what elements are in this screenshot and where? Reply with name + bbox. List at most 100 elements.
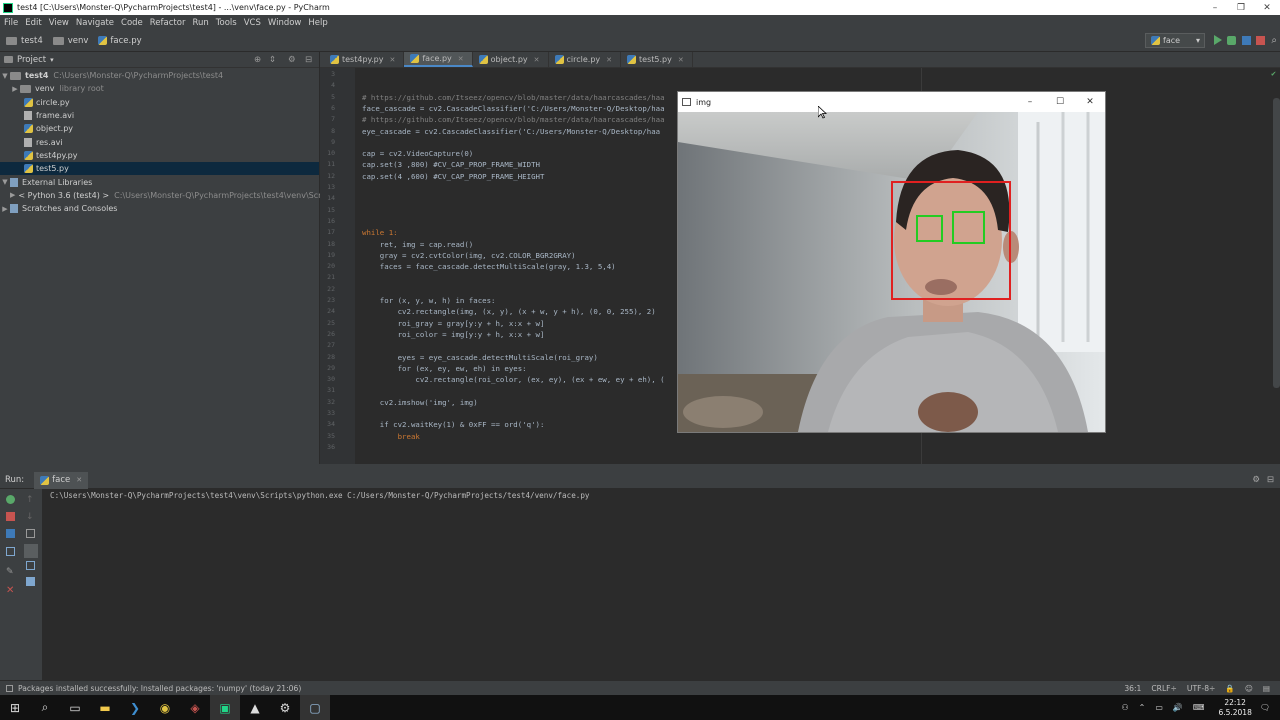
- tab-test5[interactable]: test5.py ✕: [621, 52, 693, 67]
- chrome-icon[interactable]: ◉: [150, 695, 180, 720]
- tree-item-file[interactable]: object.py: [0, 122, 319, 135]
- tab-face[interactable]: face.py ✕: [404, 52, 473, 67]
- search-icon[interactable]: ⌕: [30, 695, 60, 720]
- coverage-icon[interactable]: [1242, 36, 1251, 45]
- people-icon[interactable]: ⚇: [1121, 703, 1128, 712]
- tree-item-external-libraries[interactable]: ▼ External Libraries: [0, 175, 319, 188]
- tree-item-file[interactable]: res.avi: [0, 135, 319, 148]
- windows-start-icon[interactable]: ⊞: [0, 695, 30, 720]
- tab-object[interactable]: object.py ✕: [473, 52, 549, 67]
- breadcrumb-project[interactable]: test4: [6, 36, 43, 46]
- close-tab-icon[interactable]: ✕: [606, 56, 612, 64]
- menu-run[interactable]: Run: [192, 18, 208, 28]
- photos-icon[interactable]: ▲: [240, 695, 270, 720]
- menu-refactor[interactable]: Refactor: [150, 18, 186, 28]
- menu-view[interactable]: View: [49, 18, 69, 28]
- minimize-icon[interactable]: –: [1202, 3, 1228, 13]
- line-separator[interactable]: CRLF÷: [1151, 684, 1177, 693]
- project-panel-title[interactable]: Project: [17, 55, 46, 65]
- close-tab-icon[interactable]: ✕: [678, 56, 684, 64]
- menu-window[interactable]: Window: [268, 18, 302, 28]
- tree-item-venv[interactable]: ▶ venv library root: [0, 82, 319, 95]
- tree-item-root[interactable]: ▼ test4 C:\Users\Monster-Q\PycharmProjects…: [0, 69, 319, 82]
- pycharm-icon[interactable]: ▣: [210, 695, 240, 720]
- tab-test4py[interactable]: test4py.py ✕: [324, 52, 405, 67]
- img-window-titlebar[interactable]: img – ☐ ✕: [678, 92, 1105, 112]
- rerun-icon[interactable]: [6, 495, 15, 504]
- close-icon[interactable]: ✕: [1254, 3, 1280, 13]
- vscode-icon[interactable]: ❯: [120, 695, 150, 720]
- task-view-icon[interactable]: ▭: [60, 695, 90, 720]
- network-icon[interactable]: ▭: [1155, 703, 1163, 712]
- close-icon[interactable]: ✕: [6, 585, 15, 596]
- soft-wrap-icon[interactable]: [26, 529, 35, 538]
- tree-item-python-sdk[interactable]: ▶ < Python 3.6 (test4) > C:\Users\Monster-…: [0, 189, 336, 202]
- volume-icon[interactable]: 🔊: [1173, 703, 1183, 712]
- lock-icon[interactable]: 🔒: [1225, 684, 1234, 693]
- breadcrumb-file[interactable]: face.py: [98, 36, 142, 46]
- file-explorer-icon[interactable]: ▬: [90, 695, 120, 720]
- status-message[interactable]: Packages installed successfully: Install…: [18, 684, 301, 693]
- inspector-icon[interactable]: ☺: [1245, 684, 1253, 693]
- tree-item-scratches[interactable]: ▶ Scratches and Consoles: [0, 202, 319, 215]
- scroll-to-end-icon[interactable]: [24, 544, 38, 558]
- run-tab-face[interactable]: face ✕: [34, 471, 89, 489]
- notifications-icon[interactable]: 🗨: [1260, 703, 1270, 712]
- settings-app-icon[interactable]: ⚙: [270, 695, 300, 720]
- run-config-select[interactable]: face ▾: [1145, 33, 1205, 48]
- locate-icon[interactable]: ⊕: [254, 55, 261, 65]
- menu-help[interactable]: Help: [308, 18, 327, 28]
- close-tab-icon[interactable]: ✕: [458, 55, 464, 63]
- python-window-icon[interactable]: ▢: [300, 695, 330, 720]
- stop-icon[interactable]: [1256, 36, 1265, 45]
- minimize-icon[interactable]: –: [1015, 97, 1045, 107]
- chevron-up-icon[interactable]: ⌃: [1139, 703, 1146, 712]
- tool-windows-icon[interactable]: [6, 684, 13, 692]
- caret-position[interactable]: 36:1: [1124, 684, 1141, 693]
- hide-icon[interactable]: ⊟: [1267, 475, 1274, 485]
- run-icon[interactable]: [1214, 35, 1222, 45]
- menu-edit[interactable]: Edit: [25, 18, 41, 28]
- menu-navigate[interactable]: Navigate: [76, 18, 114, 28]
- trash-icon[interactable]: [26, 577, 35, 586]
- run-console[interactable]: C:\Users\Monster-Q\PycharmProjects\test4…: [42, 489, 1280, 680]
- menu-file[interactable]: File: [4, 18, 18, 28]
- restore-icon[interactable]: ❐: [1228, 3, 1254, 13]
- media-icon[interactable]: ◈: [180, 695, 210, 720]
- close-tab-icon[interactable]: ✕: [534, 56, 540, 64]
- hide-icon[interactable]: ⊟: [305, 55, 312, 65]
- layout-icon[interactable]: [6, 547, 15, 556]
- maximize-icon[interactable]: ☐: [1045, 97, 1075, 107]
- stop-icon[interactable]: [6, 512, 15, 521]
- img-window[interactable]: img – ☐ ✕: [677, 91, 1106, 433]
- menu-tools[interactable]: Tools: [216, 18, 237, 28]
- tree-item-file[interactable]: frame.avi: [0, 109, 319, 122]
- menu-code[interactable]: Code: [121, 18, 143, 28]
- breadcrumb-folder[interactable]: venv: [52, 36, 88, 46]
- clock[interactable]: 22:12 6.5.2018: [1218, 698, 1251, 718]
- gear-icon[interactable]: ⚙: [1252, 475, 1260, 485]
- tree-item-file[interactable]: circle.py: [0, 96, 319, 109]
- language-icon[interactable]: ⌨: [1193, 703, 1205, 712]
- menu-vcs[interactable]: VCS: [244, 18, 261, 28]
- debug-icon[interactable]: [1227, 36, 1236, 45]
- close-tab-icon[interactable]: ✕: [389, 56, 395, 64]
- down-icon[interactable]: ↓: [26, 512, 35, 522]
- gear-icon[interactable]: ⚙: [288, 55, 296, 65]
- file-encoding[interactable]: UTF-8÷: [1187, 684, 1216, 693]
- pin-icon[interactable]: ✎: [6, 567, 15, 577]
- event-log-icon[interactable]: ▤: [1263, 684, 1270, 693]
- panel-splitter[interactable]: [0, 464, 1280, 472]
- collapse-icon[interactable]: ⇕: [269, 55, 276, 65]
- close-icon[interactable]: ✕: [1075, 97, 1105, 107]
- up-icon[interactable]: ↑: [26, 495, 35, 505]
- pause-icon[interactable]: [6, 529, 15, 538]
- tab-circle[interactable]: circle.py ✕: [549, 52, 622, 67]
- search-icon[interactable]: ⌕: [1271, 35, 1277, 46]
- close-tab-icon[interactable]: ✕: [76, 476, 82, 484]
- editor-scrollbar[interactable]: [1273, 98, 1280, 388]
- tree-item-file-selected[interactable]: test5.py: [0, 162, 319, 176]
- chevron-down-icon[interactable]: ▾: [50, 56, 54, 64]
- tree-item-file[interactable]: test4py.py: [0, 149, 319, 162]
- print-icon[interactable]: [26, 561, 35, 570]
